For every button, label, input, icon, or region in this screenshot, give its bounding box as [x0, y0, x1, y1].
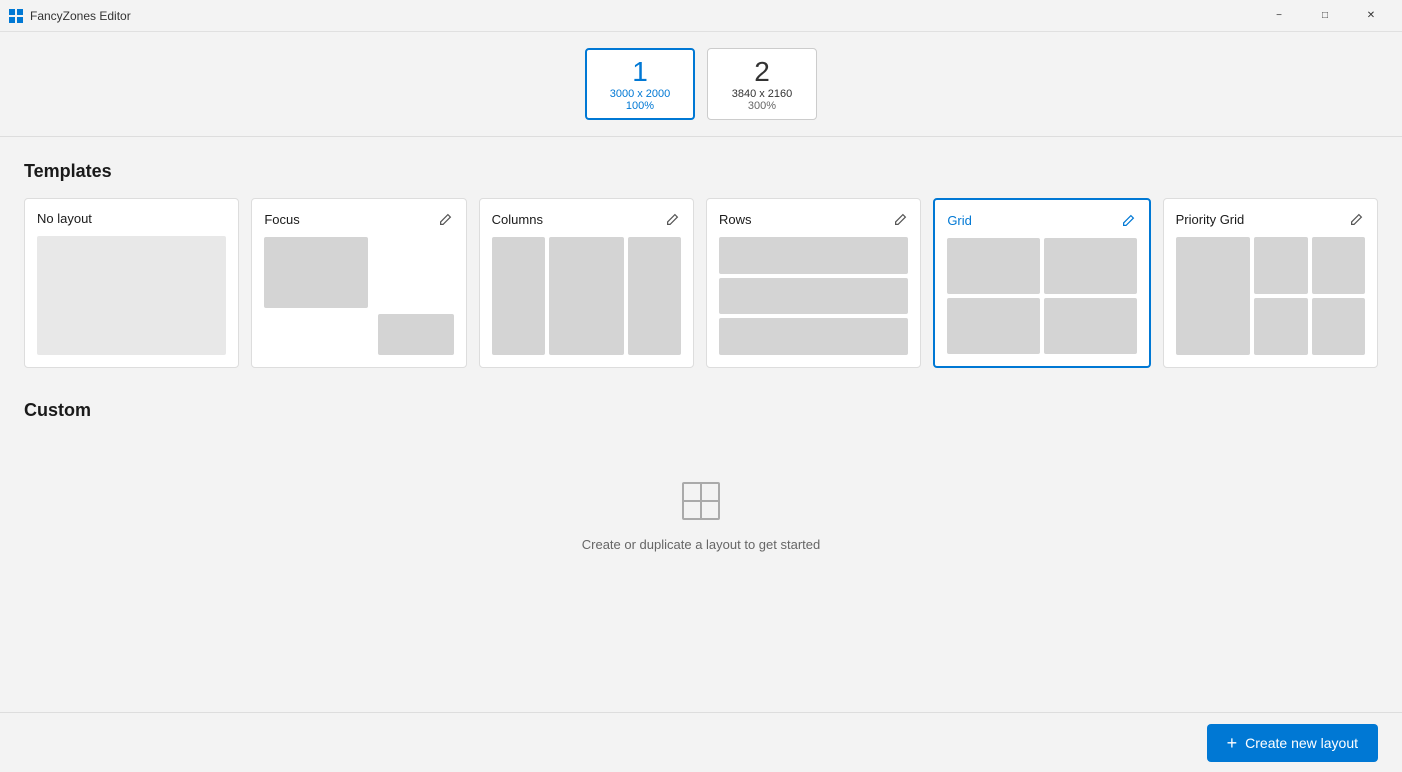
focus-layout-preview: [264, 237, 453, 355]
grid-cell-2: [1044, 238, 1137, 294]
monitor-bar: 1 3000 x 2000 100% 2 3840 x 2160 300%: [0, 32, 1402, 136]
col-block-3: [628, 237, 681, 355]
custom-empty-state: Create or duplicate a layout to get star…: [24, 437, 1378, 592]
template-focus-name: Focus: [264, 212, 299, 227]
create-button-plus-icon: +: [1227, 734, 1238, 752]
template-no-layout-name: No layout: [37, 211, 92, 226]
custom-section-title: Custom: [24, 400, 1378, 421]
create-button-label: Create new layout: [1245, 735, 1358, 751]
monitor-card-1[interactable]: 1 3000 x 2000 100%: [585, 48, 695, 120]
templates-row: No layout Focus: [24, 198, 1378, 368]
focus-small-block: [378, 314, 454, 355]
template-grid-name: Grid: [947, 213, 972, 228]
template-columns[interactable]: Columns: [479, 198, 694, 368]
template-rows-preview: [719, 237, 908, 355]
template-priority-grid[interactable]: Priority Grid: [1163, 198, 1378, 368]
priority-main-cell: [1176, 237, 1251, 355]
template-grid-edit-icon[interactable]: [1121, 212, 1137, 228]
focus-main-block: [264, 237, 368, 308]
monitor-resolution-2: 3840 x 2160: [732, 88, 793, 100]
minimize-button[interactable]: −: [1256, 0, 1302, 32]
template-focus[interactable]: Focus: [251, 198, 466, 368]
template-rows[interactable]: Rows: [706, 198, 921, 368]
grid-cell-3: [947, 298, 1040, 354]
priority-cell-1: [1254, 237, 1307, 294]
priority-cell-2: [1312, 237, 1365, 294]
template-no-layout[interactable]: No layout: [24, 198, 239, 368]
template-priority-grid-header: Priority Grid: [1176, 211, 1365, 227]
maximize-button[interactable]: □: [1302, 0, 1348, 32]
create-new-layout-button[interactable]: + Create new layout: [1207, 724, 1378, 762]
template-focus-preview: [264, 237, 453, 355]
monitor-scale-2: 300%: [748, 100, 776, 112]
grid-cell-4: [1044, 298, 1137, 354]
app-icon: [8, 8, 24, 24]
columns-layout-preview: [492, 237, 681, 355]
template-priority-grid-edit-icon[interactable]: [1349, 211, 1365, 227]
grid-layout-preview: [947, 238, 1136, 354]
template-no-layout-header: No layout: [37, 211, 226, 226]
template-grid-preview: [947, 238, 1136, 354]
footer: + Create new layout: [0, 712, 1402, 772]
template-rows-name: Rows: [719, 212, 752, 227]
priority-grid-layout-preview: [1176, 237, 1365, 355]
custom-empty-text: Create or duplicate a layout to get star…: [582, 537, 820, 552]
template-focus-edit-icon[interactable]: [438, 211, 454, 227]
grid-cell-1: [947, 238, 1040, 294]
app-title: FancyZones Editor: [30, 9, 1256, 23]
custom-empty-icon: [677, 477, 725, 525]
monitor-number-2: 2: [754, 56, 770, 88]
templates-section-title: Templates: [24, 161, 1378, 182]
window-controls: − □ ✕: [1256, 0, 1394, 32]
rows-layout-preview: [719, 237, 908, 355]
row-block-3: [719, 318, 908, 355]
monitor-number-1: 1: [632, 56, 648, 88]
template-no-layout-preview: [37, 236, 226, 355]
priority-cell-3: [1254, 298, 1307, 355]
template-columns-preview: [492, 237, 681, 355]
template-grid-header: Grid: [947, 212, 1136, 228]
priority-cell-4: [1312, 298, 1365, 355]
row-block-1: [719, 237, 908, 274]
template-priority-grid-name: Priority Grid: [1176, 212, 1245, 227]
template-rows-header: Rows: [719, 211, 908, 227]
template-focus-header: Focus: [264, 211, 453, 227]
close-button[interactable]: ✕: [1348, 0, 1394, 32]
template-grid[interactable]: Grid: [933, 198, 1150, 368]
monitor-scale-1: 100%: [626, 100, 654, 112]
template-columns-edit-icon[interactable]: [665, 211, 681, 227]
template-priority-grid-preview: [1176, 237, 1365, 355]
no-layout-block: [37, 236, 226, 355]
template-columns-name: Columns: [492, 212, 543, 227]
titlebar: FancyZones Editor − □ ✕: [0, 0, 1402, 32]
template-columns-header: Columns: [492, 211, 681, 227]
row-block-2: [719, 278, 908, 315]
col-block-1: [492, 237, 545, 355]
col-block-2: [549, 237, 624, 355]
monitor-resolution-1: 3000 x 2000: [610, 88, 671, 100]
template-rows-edit-icon[interactable]: [892, 211, 908, 227]
main-content: Templates No layout Focus: [0, 137, 1402, 712]
monitor-card-2[interactable]: 2 3840 x 2160 300%: [707, 48, 817, 120]
